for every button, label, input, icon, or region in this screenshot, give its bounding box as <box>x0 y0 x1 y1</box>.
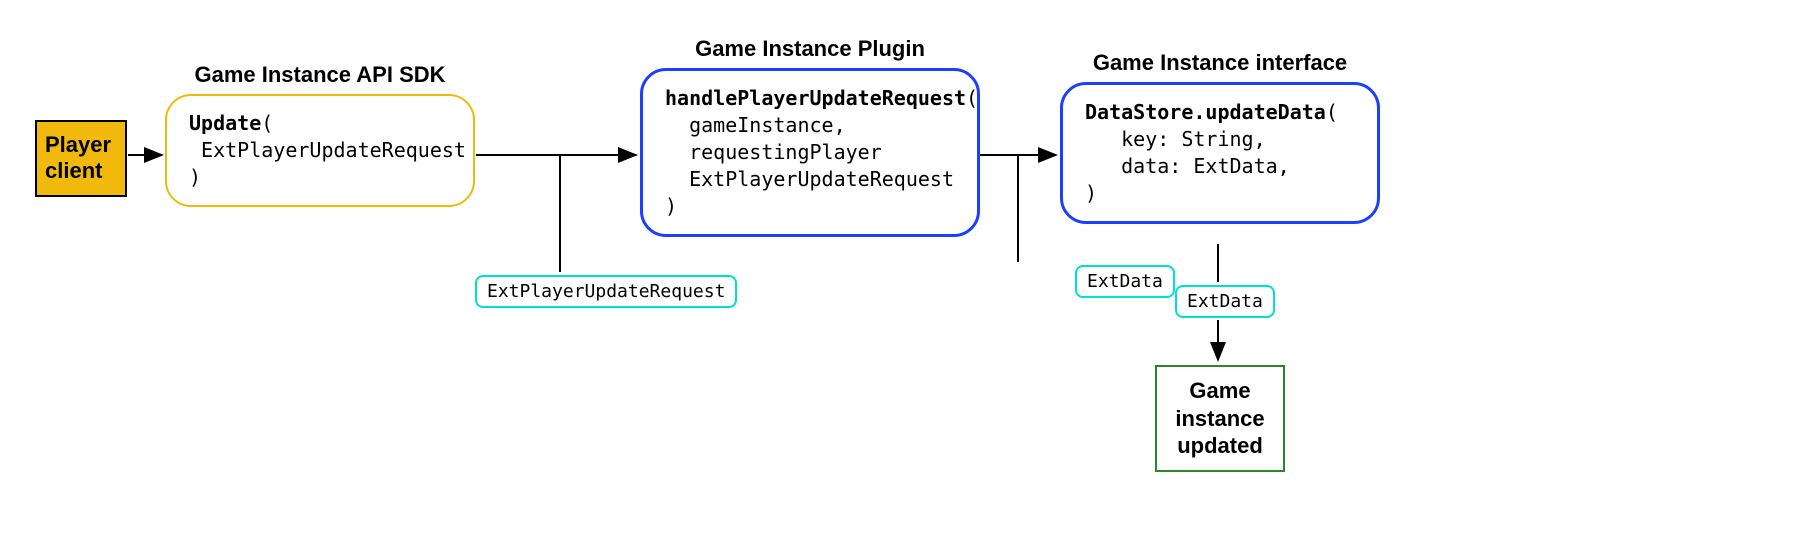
result-line2: instance <box>1175 406 1264 431</box>
sdk-method: Update <box>189 111 261 135</box>
result-box: Game instance updated <box>1155 365 1285 472</box>
iface-title: Game Instance interface <box>1060 50 1380 76</box>
iface-method: DataStore.updateData <box>1085 100 1326 124</box>
plugin-param3: ExtPlayerUpdateRequest <box>689 167 954 191</box>
iface-box: DataStore.updateData( key: String, data:… <box>1060 82 1380 224</box>
ext-tag-extdata-mid: ExtData <box>1075 265 1175 298</box>
sdk-param: ExtPlayerUpdateRequest <box>201 138 466 162</box>
plugin-box: handlePlayerUpdateRequest( gameInstance,… <box>640 68 980 237</box>
ext-tag-extdata-down: ExtData <box>1175 285 1275 318</box>
iface-param2: data: ExtData, <box>1121 154 1290 178</box>
result-line1: Game <box>1189 378 1250 403</box>
plugin-group: Game Instance Plugin handlePlayerUpdateR… <box>640 36 980 237</box>
sdk-box: Update( ExtPlayerUpdateRequest ) <box>165 94 475 207</box>
sdk-title: Game Instance API SDK <box>165 62 475 88</box>
iface-param1: key: String, <box>1121 127 1266 151</box>
iface-group: Game Instance interface DataStore.update… <box>1060 50 1380 224</box>
ext-tag-player-update-request: ExtPlayerUpdateRequest <box>475 275 737 308</box>
ext-tag-1-label: ExtPlayerUpdateRequest <box>487 281 725 302</box>
player-client-label: Player client <box>45 132 111 183</box>
plugin-param1: gameInstance, <box>689 113 846 137</box>
plugin-title: Game Instance Plugin <box>640 36 980 62</box>
ext-tag-3-label: ExtData <box>1187 291 1263 312</box>
sdk-group: Game Instance API SDK Update( ExtPlayerU… <box>165 62 475 207</box>
result-line3: updated <box>1177 433 1263 458</box>
ext-tag-2-label: ExtData <box>1087 271 1163 292</box>
plugin-param2: requestingPlayer <box>689 140 882 164</box>
player-client-box: Player client <box>35 120 127 197</box>
plugin-method: handlePlayerUpdateRequest <box>665 86 966 110</box>
